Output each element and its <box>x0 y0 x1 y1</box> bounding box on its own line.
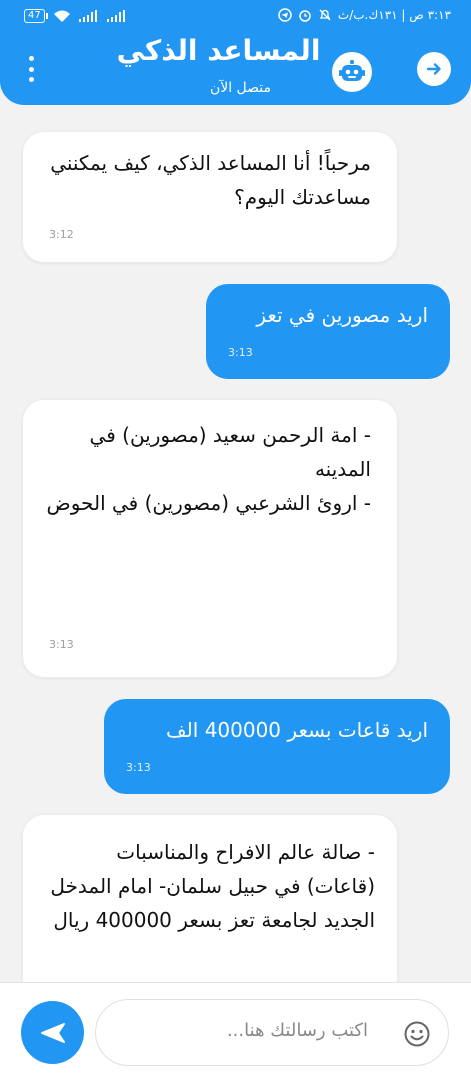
alarm-icon <box>299 10 311 22</box>
chat-header: المساعد الذكي متصل الآن <box>0 32 471 105</box>
wifi-icon <box>53 10 70 22</box>
battery-icon: 47 <box>24 9 48 23</box>
message-input[interactable] <box>166 1020 368 1041</box>
message-time: 3:13 <box>126 761 151 774</box>
message-text: - صالة عالم الافراح والمناسبات (قاعات) ف… <box>50 840 375 932</box>
telegram-icon <box>278 8 292 22</box>
message-text: اريد مصورين في تعز <box>256 303 428 327</box>
message-input-bar <box>0 982 471 1080</box>
send-icon <box>40 1022 65 1043</box>
send-button[interactable] <box>21 1001 84 1064</box>
message-time: 3:13 <box>228 346 253 359</box>
emoji-icon[interactable] <box>403 1020 431 1048</box>
mute-icon <box>319 9 331 21</box>
message-text: مرحباً! أنا المساعد الذكي، كيف يمكنني مس… <box>50 151 371 209</box>
online-status: متصل الآن <box>209 80 272 96</box>
chat-messages[interactable]: مرحباً! أنا المساعد الذكي، كيف يمكنني مس… <box>0 105 471 982</box>
message-text: اريد قاعات بسعر 400000 الف <box>165 718 428 742</box>
chat-title: المساعد الذكي <box>116 34 321 67</box>
status-bar: 47 ٣:١٣ ص | ١٣١ك.ب/ث <box>0 0 471 32</box>
message-time: 3:12 <box>49 228 74 241</box>
user-message: اريد مصورين في تعز 3:13 <box>206 284 450 379</box>
message-time: 3:13 <box>49 638 74 651</box>
user-message: اريد قاعات بسعر 400000 الف 3:13 <box>104 699 450 794</box>
signal-icon <box>106 10 125 22</box>
status-time: ٣:١٣ ص | ١٣١ك.ب/ث <box>337 8 451 22</box>
signal-icon <box>78 10 97 22</box>
robot-avatar-icon <box>332 52 372 92</box>
bot-message: - صالة عالم الافراح والمناسبات (قاعات) ف… <box>22 814 398 982</box>
forward-arrow-icon[interactable] <box>417 52 451 86</box>
message-input-container[interactable] <box>95 999 449 1066</box>
bot-message: - امة الرحمن سعيد (مصورين) في المدينه - … <box>22 399 398 678</box>
bot-message: مرحباً! أنا المساعد الذكي، كيف يمكنني مس… <box>22 131 398 263</box>
message-text: - امة الرحمن سعيد (مصورين) في المدينه - … <box>46 423 371 515</box>
